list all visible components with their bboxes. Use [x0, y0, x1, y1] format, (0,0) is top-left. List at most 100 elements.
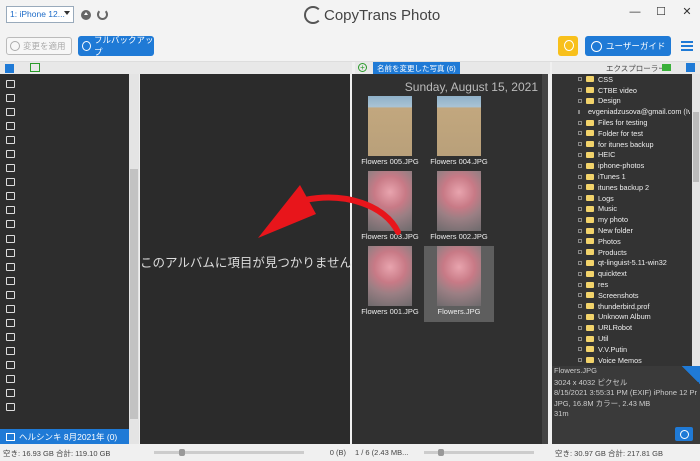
- folder-tree-item[interactable]: Logs: [552, 193, 690, 204]
- folder-tree-item[interactable]: res: [552, 279, 690, 290]
- folder-tree-item[interactable]: iTunes 1: [552, 171, 690, 182]
- expand-box-icon[interactable]: [578, 293, 582, 298]
- zoom-slider-handle[interactable]: [179, 449, 185, 456]
- expand-box-icon[interactable]: [578, 239, 582, 244]
- album-icon[interactable]: [6, 234, 15, 243]
- expand-box-icon[interactable]: [578, 217, 582, 222]
- album-icon[interactable]: [6, 248, 15, 257]
- album-icon[interactable]: [6, 108, 15, 117]
- expand-box-icon[interactable]: [578, 185, 582, 190]
- album-icon[interactable]: [6, 220, 15, 229]
- album-icon[interactable]: [6, 192, 15, 201]
- zoom-slider[interactable]: [154, 449, 304, 456]
- album-list-scrollbar[interactable]: [129, 74, 139, 444]
- album-icon[interactable]: [6, 206, 15, 215]
- folder-tree-item[interactable]: CTBE video: [552, 85, 690, 96]
- photo-thumbnail[interactable]: Flowers 001.JPG: [355, 246, 425, 322]
- folder-tree-item[interactable]: for itunes backup: [552, 139, 690, 150]
- close-button[interactable]: ✕: [674, 2, 700, 22]
- folder-tree-item[interactable]: thunderbird.prof: [552, 301, 690, 312]
- eject-icon[interactable]: [81, 10, 91, 20]
- album-icon[interactable]: [6, 389, 15, 398]
- folder-tree-item[interactable]: Music: [552, 204, 690, 215]
- expand-box-icon[interactable]: [578, 142, 582, 147]
- album-icon[interactable]: [6, 374, 15, 383]
- collapse-right-icon[interactable]: [686, 63, 695, 72]
- album-icon[interactable]: [6, 80, 15, 88]
- photo-scrollbar[interactable]: [542, 74, 548, 444]
- expand-box-icon[interactable]: [578, 282, 582, 287]
- album-icon[interactable]: [6, 332, 15, 341]
- folder-tree-item[interactable]: Design: [552, 96, 690, 107]
- folder-tree-item[interactable]: Folder for test: [552, 128, 690, 139]
- minimize-button[interactable]: —: [622, 2, 648, 22]
- full-backup-button[interactable]: フルバックアップ: [78, 35, 154, 57]
- folder-tree-item[interactable]: iphone-photos: [552, 160, 690, 171]
- folder-tree-item[interactable]: New folder: [552, 225, 690, 236]
- album-icon[interactable]: [6, 178, 15, 187]
- explorer-scrollbar[interactable]: [692, 74, 700, 366]
- album-icon[interactable]: [6, 346, 15, 355]
- folder-tree-item[interactable]: Photos: [552, 236, 690, 247]
- expand-box-icon[interactable]: [578, 314, 582, 319]
- album-icon[interactable]: [6, 122, 15, 131]
- folder-tree-item[interactable]: Products: [552, 247, 690, 258]
- expand-box-icon[interactable]: [578, 336, 582, 341]
- lightbulb-icon[interactable]: [558, 36, 578, 56]
- folder-tree-item[interactable]: quicktext: [552, 268, 690, 279]
- album-icon[interactable]: [6, 360, 15, 369]
- folder-tree-item[interactable]: Screenshots: [552, 290, 690, 301]
- apply-changes-button[interactable]: 変更を適用: [6, 37, 72, 55]
- expand-box-icon[interactable]: [578, 131, 582, 136]
- album-icon[interactable]: [6, 94, 15, 103]
- collapse-left-icon[interactable]: [5, 64, 14, 73]
- album-icon[interactable]: [6, 262, 15, 271]
- folder-tree-item[interactable]: Voice Memos: [552, 355, 690, 366]
- maximize-button[interactable]: ☐: [648, 2, 674, 22]
- expand-box-icon[interactable]: [578, 347, 582, 352]
- expand-box-icon[interactable]: [578, 206, 582, 211]
- expand-box-icon[interactable]: [578, 250, 582, 255]
- folder-tree-item[interactable]: qt-linguist-5.11-win32: [552, 258, 690, 269]
- album-icon[interactable]: [6, 150, 15, 159]
- photo-thumbnail[interactable]: Flowers 003.JPG: [355, 171, 425, 247]
- expand-box-icon[interactable]: [578, 325, 582, 330]
- expand-box-icon[interactable]: [578, 120, 582, 125]
- folder-tree-item[interactable]: itunes backup 2: [552, 182, 690, 193]
- photo-zoom-handle[interactable]: [438, 449, 444, 456]
- album-icon[interactable]: [6, 403, 15, 412]
- folder-tree-item[interactable]: Unknown Album: [552, 312, 690, 323]
- album-icon[interactable]: [6, 290, 15, 299]
- folder-tree-item[interactable]: URLRobot: [552, 322, 690, 333]
- expand-box-icon[interactable]: [578, 77, 582, 82]
- refresh-icon[interactable]: [97, 9, 108, 20]
- photo-zoom-slider[interactable]: [424, 449, 534, 456]
- folder-tree-item[interactable]: Util: [552, 333, 690, 344]
- compass-icon[interactable]: [675, 427, 693, 441]
- photo-thumbnail[interactable]: Flowers.JPG: [424, 246, 494, 322]
- album-icon[interactable]: [6, 304, 15, 313]
- photo-thumbnail[interactable]: Flowers 004.JPG: [424, 96, 494, 172]
- hamburger-menu-icon[interactable]: [681, 41, 693, 51]
- expand-box-icon[interactable]: [578, 152, 582, 157]
- add-icon[interactable]: +: [358, 63, 367, 72]
- expand-box-icon[interactable]: [578, 196, 582, 201]
- expand-box-icon[interactable]: [578, 174, 582, 179]
- folder-tree-item[interactable]: V.V.Putin: [552, 344, 690, 355]
- photo-thumbnail[interactable]: Flowers 005.JPG: [355, 96, 425, 172]
- expand-box-icon[interactable]: [578, 228, 582, 233]
- folder-tree-item[interactable]: HEIC: [552, 150, 690, 161]
- album-icon[interactable]: [6, 318, 15, 327]
- folder-icon[interactable]: [662, 64, 671, 71]
- folder-tree-item[interactable]: CSS: [552, 74, 690, 85]
- photo-thumbnail[interactable]: Flowers 002.JPG: [424, 171, 494, 247]
- expand-box-icon[interactable]: [578, 304, 582, 309]
- selected-album-row[interactable]: ヘルシンキ 8月2021年 (0): [0, 429, 129, 444]
- expand-box-icon[interactable]: [578, 260, 582, 265]
- expand-box-icon[interactable]: [578, 163, 582, 168]
- album-icon[interactable]: [6, 136, 15, 145]
- device-select[interactable]: 1: iPhone 12...: [6, 6, 74, 23]
- explorer-scroll-thumb[interactable]: [693, 112, 699, 182]
- expand-box-icon[interactable]: [578, 109, 580, 114]
- folder-tree-item[interactable]: Files for testing: [552, 117, 690, 128]
